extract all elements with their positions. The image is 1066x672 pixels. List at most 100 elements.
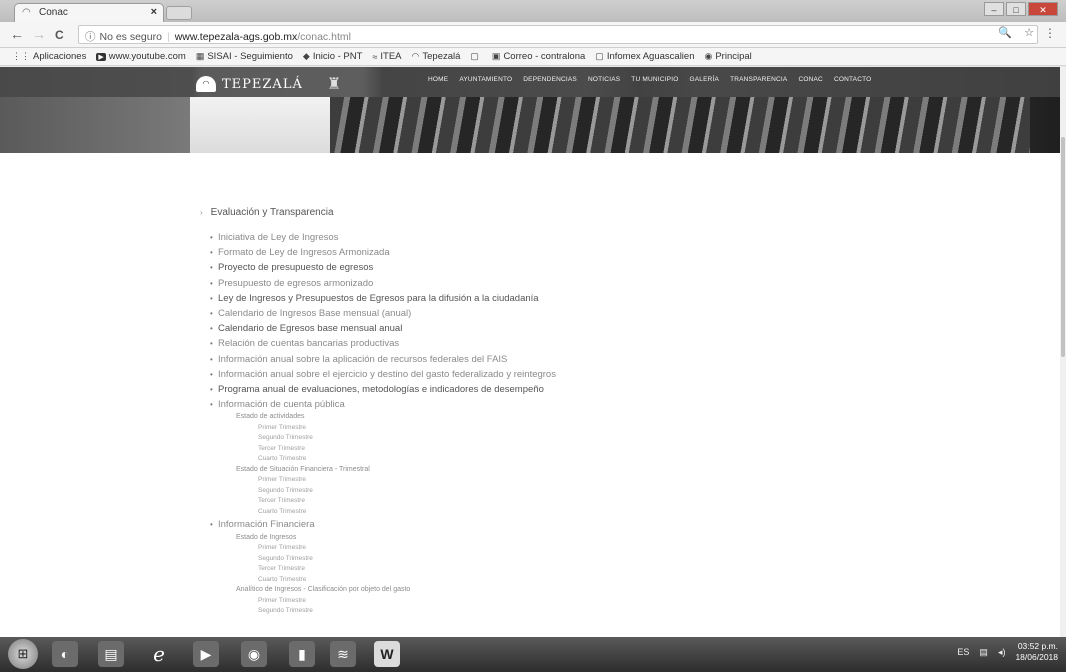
document-link[interactable]: Proyecto de presupuesto de egresos [200, 260, 800, 275]
reload-button[interactable]: C [55, 28, 64, 42]
network-icon[interactable]: ▤ [979, 647, 988, 658]
quarter-link[interactable]: Cuarto Trimestre [258, 575, 800, 586]
quarter-link[interactable]: Segundo Trimestre [258, 554, 800, 565]
document-link[interactable]: Información Financiera Estado de Ingresos… [200, 517, 800, 616]
chrome-icon[interactable]: ◐ [52, 641, 78, 667]
files-icon[interactable]: ▤ [98, 641, 124, 667]
nav-home[interactable]: HOME [428, 76, 448, 83]
browser-toolbar: ← → C ⓘ No es seguro | www.tepezala-ags.gob… [0, 22, 1066, 48]
doc-icon: ▢ [595, 51, 604, 61]
info-icon[interactable]: ⓘ [85, 31, 96, 43]
media-icon[interactable]: ▶ [193, 641, 219, 667]
tab-title: Conac [39, 7, 68, 18]
clock[interactable]: 03:52 p.m. 18/06/2018 [1015, 641, 1058, 663]
document-link-label: Formato de Ley de Ingresos Armonizada [218, 247, 390, 259]
header-photo-left [190, 97, 330, 153]
language-indicator[interactable]: ES [957, 647, 969, 657]
globe-icon: ◉ [704, 51, 713, 61]
bookmark-infomex[interactable]: ▢ Infomex Aguascalien [595, 51, 694, 62]
ie-icon[interactable]: e [146, 641, 172, 667]
bookmark-correo[interactable]: ▣ Correo - contralona [492, 51, 585, 62]
quarter-link[interactable]: Segundo Trimestre [258, 606, 800, 617]
site-header: ◠ TEPEZALÁ ♜ HOME AYUNTAMIENTO DEPENDENC… [0, 67, 1066, 153]
scrollbar-thumb[interactable] [1061, 137, 1065, 357]
subsection-link[interactable]: Estado de Ingresos Primer Trimestre Segund… [236, 533, 800, 586]
document-link[interactable]: Ley de Ingresos y Presupuestos de Egreso… [200, 291, 800, 306]
close-window-button[interactable]: ✕ [1028, 2, 1058, 16]
subsection-link[interactable]: Estado de Situación Financiera - Trimest… [236, 465, 800, 518]
bookmarks-bar: ⋮⋮ Aplicaciones ▶ www.youtube.com ▦ SISAI -… [0, 48, 1066, 66]
maximize-button[interactable]: □ [1006, 2, 1026, 16]
start-button[interactable]: ⊞ [8, 639, 38, 669]
document-link-label: Información Financiera [218, 519, 315, 531]
bookmark-apps[interactable]: ⋮⋮ Aplicaciones [12, 51, 86, 62]
url-host: www.tepezala-ags.gob.mx [174, 31, 298, 43]
doc-icon[interactable]: ▮ [289, 641, 315, 667]
nav-noticias[interactable]: NOTICIAS [588, 76, 620, 83]
nav-transparencia[interactable]: TRANSPARENCIA [730, 76, 787, 83]
mail-icon: ▣ [491, 51, 501, 61]
subsection-link[interactable]: Estado de actividades Primer Trimestre Seg… [236, 412, 800, 465]
tab-favicon-icon: ◠ [22, 7, 31, 18]
back-button[interactable]: ← [10, 26, 24, 42]
quarter-link[interactable]: Segundo Trimestre [258, 433, 800, 444]
document-link-label: Proyecto de presupuesto de egresos [218, 262, 374, 274]
tepezala-icon: ◠ [411, 51, 420, 61]
document-link[interactable]: Información anual sobre el ejercicio y d… [200, 367, 800, 382]
bookmark-principal[interactable]: ◉ Principal [704, 51, 751, 62]
nav-galeria[interactable]: GALERÍA [689, 76, 719, 83]
bookmark-itea[interactable]: ≈ ITEA [372, 51, 401, 62]
quarter-link[interactable]: Segundo Trimestre [258, 486, 800, 497]
nav-conac[interactable]: CONAC [798, 76, 822, 83]
document-link[interactable]: Calendario de Egresos base mensual anual [200, 321, 800, 336]
quarter-link[interactable]: Cuarto Trimestre [258, 454, 800, 465]
browser-tab[interactable]: ◠ Conac × [14, 3, 164, 22]
document-link[interactable]: Relación de cuentas bancarias productiva… [200, 336, 800, 351]
spotify-icon[interactable]: ≋ [330, 641, 356, 667]
page-icon: ▦ [195, 51, 205, 61]
quarter-link[interactable]: Tercer Trimestre [258, 564, 800, 575]
address-bar[interactable]: ⓘ No es seguro | www.tepezala-ags.gob.mx/co… [78, 25, 1038, 44]
taskbar: ⊞ ◐ ▤ e ▶ ◉ ▮ ≋ W ES ▤ ◂) 03:52 p.m. 18/… [0, 637, 1066, 672]
document-link[interactable]: Información anual sobre la aplicación de… [200, 352, 800, 367]
bookmark-sisai[interactable]: ▦ SISAI - Seguimiento [196, 51, 293, 62]
document-link-label: Relación de cuentas bancarias productiva… [218, 338, 400, 350]
subsection-label: Estado de Situación Financiera - Trimest… [236, 465, 370, 473]
document-link[interactable]: Iniciativa de Ley de Ingresos [200, 230, 800, 245]
nav-ayuntamiento[interactable]: AYUNTAMIENTO [459, 76, 512, 83]
volume-icon[interactable]: ◂) [998, 647, 1006, 658]
document-link[interactable]: Formato de Ley de Ingresos Armonizada [200, 245, 800, 260]
word-icon[interactable]: W [374, 641, 400, 667]
subsection-link[interactable]: Analítico de Ingresos - Clasificación po… [236, 585, 800, 617]
site-logo[interactable]: ◠ TEPEZALÁ ♜ [196, 73, 341, 95]
bookmark-youtube[interactable]: ▶ www.youtube.com [96, 51, 186, 62]
quarter-link[interactable]: Primer Trimestre [258, 596, 800, 607]
document-link[interactable]: Programa anual de evaluaciones, metodolo… [200, 382, 800, 397]
app-icon[interactable]: ◉ [241, 641, 267, 667]
document-link[interactable]: Calendario de Ingresos Base mensual (anu… [200, 306, 800, 321]
browser-menu-icon[interactable]: ⋮ [1044, 26, 1056, 40]
quarter-link[interactable]: Tercer Trimestre [258, 496, 800, 507]
minimize-button[interactable]: – [984, 2, 1004, 16]
bookmark-star-icon[interactable]: ☆ [1024, 26, 1034, 39]
new-tab-button[interactable] [166, 6, 192, 20]
quarter-link[interactable]: Primer Trimestre [258, 475, 800, 486]
quarter-link[interactable]: Tercer Trimestre [258, 444, 800, 455]
document-link[interactable]: Presupuesto de egresos armonizado [200, 276, 800, 291]
page-scrollbar[interactable] [1060, 67, 1066, 637]
nav-dependencias[interactable]: DEPENDENCIAS [523, 76, 577, 83]
forward-button[interactable]: → [32, 26, 46, 42]
quarter-link[interactable]: Primer Trimestre [258, 543, 800, 554]
nav-tu-municipio[interactable]: TU MUNICIPIO [631, 76, 678, 83]
bookmark-tepezala[interactable]: ◠ Tepezalá [412, 51, 461, 62]
quarter-link[interactable]: Cuarto Trimestre [258, 507, 800, 518]
tab-close-icon[interactable]: × [151, 6, 157, 18]
document-link[interactable]: Información de cuenta públicaEstado de a… [200, 397, 800, 517]
nav-contacto[interactable]: CONTACTO [834, 76, 871, 83]
system-tray: ES ▤ ◂) 03:52 p.m. 18/06/2018 [957, 641, 1058, 663]
bookmark-doc[interactable]: ▢ [470, 51, 482, 62]
zoom-icon[interactable]: 🔍 [998, 26, 1012, 39]
subsection-label: Estado de actividades [236, 413, 305, 421]
bookmark-pnt[interactable]: ◆ Inicio - PNT [303, 51, 363, 62]
quarter-link[interactable]: Primer Trimestre [258, 423, 800, 434]
